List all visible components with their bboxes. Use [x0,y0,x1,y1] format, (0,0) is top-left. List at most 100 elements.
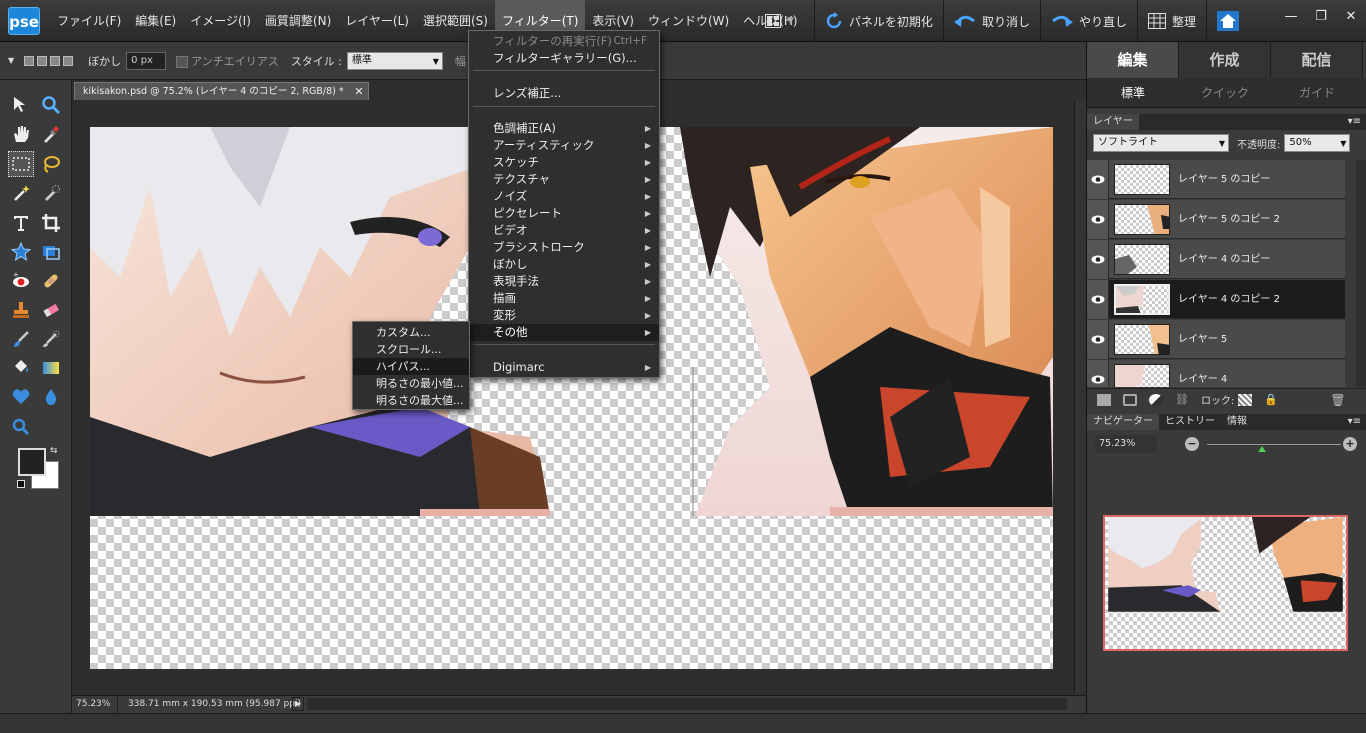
move-tool[interactable] [8,92,34,118]
blur-tool[interactable] [38,384,64,410]
filter-menu-item-15[interactable]: その他 ▶ [469,324,659,341]
type-tool[interactable] [8,210,34,236]
adjustment-layer-icon[interactable] [1123,393,1137,406]
filter-menu-item-12[interactable]: 表現手法 ▶ [469,273,659,290]
clone-stamp-tool[interactable] [8,297,34,323]
layer-row[interactable]: レイヤー 5 のコピー 2 [1087,200,1345,239]
menu-item-0[interactable]: ファイル(F) [50,0,128,42]
link-icon[interactable]: ⛓ [1175,393,1189,406]
filter-menu-item-11[interactable]: ぼかし ▶ [469,256,659,273]
eraser-tool[interactable] [38,297,64,323]
close-document-icon[interactable]: ✕ [354,83,363,101]
filter-menu-item-8[interactable]: ピクセレート ▶ [469,205,659,222]
navigator-preview[interactable] [1103,515,1348,651]
layers-tab[interactable]: レイヤー [1087,114,1139,130]
feather-input[interactable]: 0 px [126,51,167,70]
lock-icon[interactable]: 🔒 [1264,393,1278,406]
close-icon[interactable]: ✕ [1336,0,1366,34]
horizontal-scrollbar[interactable] [307,698,1067,710]
filter-menu-item-7[interactable]: ノイズ ▶ [469,188,659,205]
hand-tool[interactable] [8,121,34,147]
mode-tab-0[interactable]: 編集 [1087,42,1179,78]
menu-item-1[interactable]: 編集(E) [128,0,183,42]
navigator-zoom-value[interactable]: 75.23% [1095,435,1157,453]
lock-transparency-icon[interactable] [1238,393,1253,406]
undo-button[interactable]: 取り消し [942,0,1040,42]
cookie-cutter-tool[interactable] [8,239,34,265]
trash-icon[interactable]: 🗑 [1330,394,1345,406]
intersect-selection-icon[interactable] [63,55,74,66]
shape-tool[interactable] [8,384,34,410]
status-menu-arrow-icon[interactable]: ▶ [292,697,304,711]
layer-row[interactable]: レイヤー 5 のコピー [1087,160,1345,199]
zoom-tool[interactable] [38,92,64,118]
panel-menu-icon[interactable]: ▾≡ [1348,114,1361,130]
sub-tab-2[interactable]: ガイド [1271,78,1363,107]
filter-menu-item-9[interactable]: ビデオ ▶ [469,222,659,239]
reset-panels-button[interactable]: パネルを初期化 [813,0,943,42]
menu-item-3[interactable]: 画質調整(N) [258,0,338,42]
other-submenu-item-2[interactable]: ハイパス... [353,358,469,375]
mode-tab-2[interactable]: 配信 [1271,42,1363,78]
eyedropper-tool[interactable] [38,121,64,147]
layer-row[interactable]: レイヤー 4 のコピー [1087,240,1345,279]
filter-menu-item-16[interactable]: Digimarc ▶ [469,359,659,376]
gradient-tool[interactable] [38,355,64,381]
vertical-scrollbar[interactable] [1074,100,1086,693]
navigator-tab-0[interactable]: ナビゲーター [1087,414,1159,430]
antialias-checkbox[interactable] [176,55,189,68]
options-menu-icon[interactable]: ▼ [8,56,14,65]
filter-menu-item-14[interactable]: 変形 ▶ [469,307,659,324]
new-selection-icon[interactable] [24,55,35,66]
other-submenu-item-3[interactable]: 明るさの最小値... [353,375,469,392]
recompose-tool[interactable] [38,239,64,265]
style-select[interactable]: 標準 [346,51,443,70]
rectangular-marquee-tool[interactable] [8,151,34,177]
magic-wand-tool[interactable] [8,180,34,206]
visibility-eye-icon[interactable] [1087,160,1109,199]
paint-bucket-tool[interactable] [8,355,34,381]
filter-menu-item-4[interactable]: アーティスティック ▶ [469,137,659,154]
mode-tab-1[interactable]: 作成 [1179,42,1271,78]
subtract-selection-icon[interactable] [50,55,61,66]
other-submenu-item-4[interactable]: 明るさの最大値... [353,392,469,409]
zoom-slider-thumb[interactable] [1257,446,1266,452]
visibility-eye-icon[interactable] [1087,200,1109,239]
status-zoom[interactable]: 75.23% [74,696,118,713]
visibility-eye-icon[interactable] [1087,280,1109,319]
filter-menu-item-5[interactable]: スケッチ ▶ [469,154,659,171]
add-selection-icon[interactable] [37,55,48,66]
home-button[interactable] [1205,0,1255,42]
other-submenu-item-0[interactable]: カスタム... [353,324,469,341]
opacity-select[interactable]: 50% [1284,134,1351,152]
workspace-layout-button[interactable]: ▼ [755,0,814,42]
filter-menu-item-10[interactable]: ブラシストローク ▶ [469,239,659,256]
filter-menu-item-13[interactable]: 描画 ▶ [469,290,659,307]
default-colors-icon[interactable] [17,480,25,488]
other-submenu-item-1[interactable]: スクロール... [353,341,469,358]
navigator-tab-1[interactable]: ヒストリー [1159,414,1221,430]
visibility-eye-icon[interactable] [1087,320,1109,359]
lasso-tool[interactable] [38,151,64,177]
zoom-in-icon[interactable]: + [1343,437,1357,451]
filter-menu-item-2[interactable]: レンズ補正... [469,85,659,102]
zoom-tool-2[interactable] [8,414,34,440]
mask-icon[interactable] [1149,393,1163,406]
redo-button[interactable]: やり直し [1039,0,1137,42]
brush-tool[interactable] [8,326,34,352]
filter-menu-item-1[interactable]: フィルターギャラリー(G)... [469,50,659,67]
document-tab[interactable]: kikisakon.psd @ 75.2% (レイヤー 4 のコピー 2, RG… [74,82,369,100]
filter-menu-item-6[interactable]: テクスチャ ▶ [469,171,659,188]
organize-button[interactable]: 整理 [1136,0,1206,42]
swap-colors-icon[interactable]: ⇆ [50,446,58,456]
visibility-eye-icon[interactable] [1087,360,1109,387]
layer-row[interactable]: レイヤー 5 [1087,320,1345,359]
blend-mode-select[interactable]: ソフトライト [1093,134,1229,152]
layer-row[interactable]: レイヤー 4 [1087,360,1345,387]
zoom-slider-track[interactable] [1207,444,1341,445]
minimize-icon[interactable]: — [1276,0,1306,34]
filter-menu-item-3[interactable]: 色調補正(A) ▶ [469,120,659,137]
visibility-eye-icon[interactable] [1087,240,1109,279]
crop-tool[interactable] [38,210,64,236]
sub-tab-1[interactable]: クイック [1179,78,1271,107]
